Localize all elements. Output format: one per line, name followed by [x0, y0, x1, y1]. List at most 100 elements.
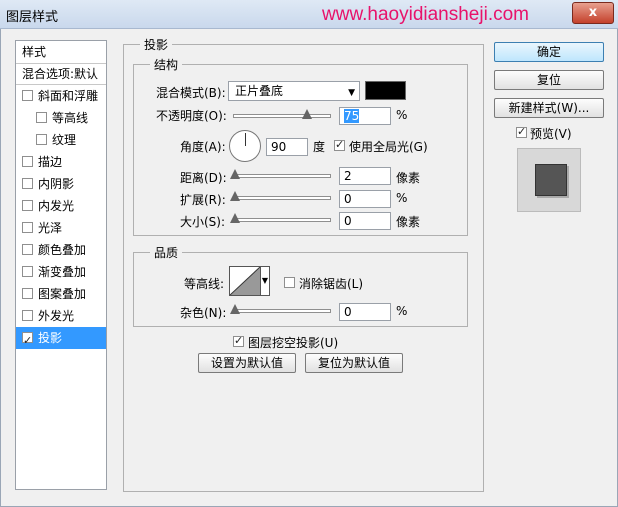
style-item[interactable]: 外发光: [16, 305, 106, 327]
noise-label: 杂色(N):: [180, 306, 227, 320]
blend-mode-select[interactable]: 正片叠底 ▼: [228, 81, 360, 101]
noise-slider[interactable]: [230, 304, 331, 314]
distance-slider-thumb[interactable]: [230, 169, 240, 179]
opacity-label: 不透明度(O):: [156, 109, 227, 123]
style-item[interactable]: 投影: [16, 327, 106, 352]
spread-unit: %: [396, 191, 408, 205]
window-title: 图层样式: [6, 10, 59, 25]
distance-unit: 像素: [396, 171, 421, 185]
style-item-checkbox[interactable]: [36, 112, 47, 123]
style-item[interactable]: 斜面和浮雕: [16, 85, 106, 107]
global-light-label: 使用全局光(G): [349, 140, 428, 154]
quality-title: 品质: [150, 244, 183, 261]
antialias-checkbox[interactable]: [284, 277, 295, 288]
style-item-label: 纹理: [52, 133, 77, 147]
style-item[interactable]: 渐变叠加: [16, 261, 106, 283]
size-input[interactable]: 0: [339, 212, 391, 230]
contour-picker[interactable]: [229, 266, 261, 296]
contour-dropdown[interactable]: ▼: [260, 266, 270, 296]
noise-slider-thumb[interactable]: [230, 304, 240, 314]
make-default-button[interactable]: 设置为默认值: [198, 353, 296, 373]
style-item-label: 内发光: [38, 199, 75, 213]
distance-label: 距离(D):: [180, 171, 227, 185]
angle-unit: 度: [313, 140, 326, 154]
watermark-text: www.haoyidiansheji.com: [322, 4, 529, 25]
blend-mode-label: 混合模式(B):: [156, 86, 226, 100]
style-item[interactable]: 描边: [16, 151, 106, 173]
style-item-label: 外发光: [38, 309, 75, 323]
contour-label: 等高线:: [184, 277, 225, 291]
shadow-color-swatch[interactable]: [365, 81, 406, 100]
style-item-label: 投影: [38, 331, 63, 345]
style-item-label: 颜色叠加: [38, 243, 87, 257]
style-item-label: 描边: [38, 155, 63, 169]
new-style-button[interactable]: 新建样式(W)...: [494, 98, 604, 118]
styles-list: 样式 混合选项:默认 斜面和浮雕等高线纹理描边内阴影内发光光泽颜色叠加渐变叠加图…: [15, 40, 107, 490]
style-item-label: 渐变叠加: [38, 265, 87, 279]
style-item-checkbox[interactable]: [22, 310, 33, 321]
style-item-checkbox[interactable]: [22, 244, 33, 255]
opacity-slider[interactable]: [233, 109, 331, 119]
size-label: 大小(S):: [180, 215, 226, 229]
spread-slider-thumb[interactable]: [230, 191, 240, 201]
structure-title: 结构: [150, 56, 183, 73]
opacity-unit: %: [396, 108, 408, 122]
contour-curve-icon: [230, 267, 260, 295]
chevron-down-icon: ▼: [348, 88, 355, 98]
size-slider-thumb[interactable]: [230, 213, 240, 223]
style-item-checkbox[interactable]: [22, 288, 33, 299]
style-item-checkbox[interactable]: [22, 178, 33, 189]
reset-button[interactable]: 复位: [494, 70, 604, 90]
knockout-label: 图层挖空投影(U): [248, 336, 339, 350]
style-item-checkbox[interactable]: [22, 90, 33, 101]
style-item-label: 等高线: [52, 111, 89, 125]
knockout-checkbox[interactable]: [233, 334, 244, 347]
spread-slider[interactable]: [230, 191, 331, 201]
style-item-label: 图案叠加: [38, 287, 87, 301]
size-unit: 像素: [396, 215, 421, 229]
noise-input[interactable]: 0: [339, 303, 391, 321]
style-item-checkbox[interactable]: [22, 330, 33, 352]
global-light-checkbox[interactable]: [334, 138, 345, 151]
spread-input[interactable]: 0: [339, 190, 391, 208]
style-item[interactable]: 内阴影: [16, 173, 106, 195]
blend-options-item[interactable]: 混合选项:默认: [16, 64, 106, 85]
ok-button[interactable]: 确定: [494, 42, 604, 62]
close-button[interactable]: x: [572, 2, 614, 24]
style-item-label: 光泽: [38, 221, 63, 235]
drop-shadow-title: 投影: [140, 36, 173, 53]
style-item[interactable]: 内发光: [16, 195, 106, 217]
angle-label: 角度(A):: [180, 140, 226, 154]
spread-label: 扩展(R):: [180, 193, 226, 207]
title-bar: 图层样式 www.haoyidiansheji.com x: [0, 0, 618, 29]
chevron-down-icon: ▼: [261, 276, 269, 285]
styles-header[interactable]: 样式: [16, 41, 106, 64]
style-item-checkbox[interactable]: [22, 156, 33, 167]
style-item[interactable]: 等高线: [16, 107, 106, 129]
style-item[interactable]: 纹理: [16, 129, 106, 151]
preview-label: 预览(V): [530, 127, 572, 141]
style-item-label: 斜面和浮雕: [38, 89, 99, 103]
style-item[interactable]: 光泽: [16, 217, 106, 239]
angle-dial[interactable]: [229, 130, 261, 162]
reset-default-button[interactable]: 复位为默认值: [305, 353, 403, 373]
style-item[interactable]: 颜色叠加: [16, 239, 106, 261]
distance-input[interactable]: 2: [339, 167, 391, 185]
noise-unit: %: [396, 304, 408, 318]
style-item-label: 内阴影: [38, 177, 75, 191]
style-item-checkbox[interactable]: [22, 266, 33, 277]
blend-mode-value: 正片叠底: [235, 84, 284, 98]
distance-slider[interactable]: [230, 169, 331, 179]
style-preview: [517, 148, 581, 212]
preview-checkbox[interactable]: [516, 125, 527, 138]
preview-swatch: [535, 164, 567, 196]
antialias-label: 消除锯齿(L): [299, 277, 364, 291]
style-item-checkbox[interactable]: [22, 200, 33, 211]
style-item-checkbox[interactable]: [36, 134, 47, 145]
size-slider[interactable]: [230, 213, 331, 223]
opacity-input[interactable]: 75: [339, 107, 391, 125]
style-item[interactable]: 图案叠加: [16, 283, 106, 305]
angle-input[interactable]: 90: [266, 138, 308, 156]
opacity-slider-thumb[interactable]: [302, 109, 312, 119]
style-item-checkbox[interactable]: [22, 222, 33, 233]
